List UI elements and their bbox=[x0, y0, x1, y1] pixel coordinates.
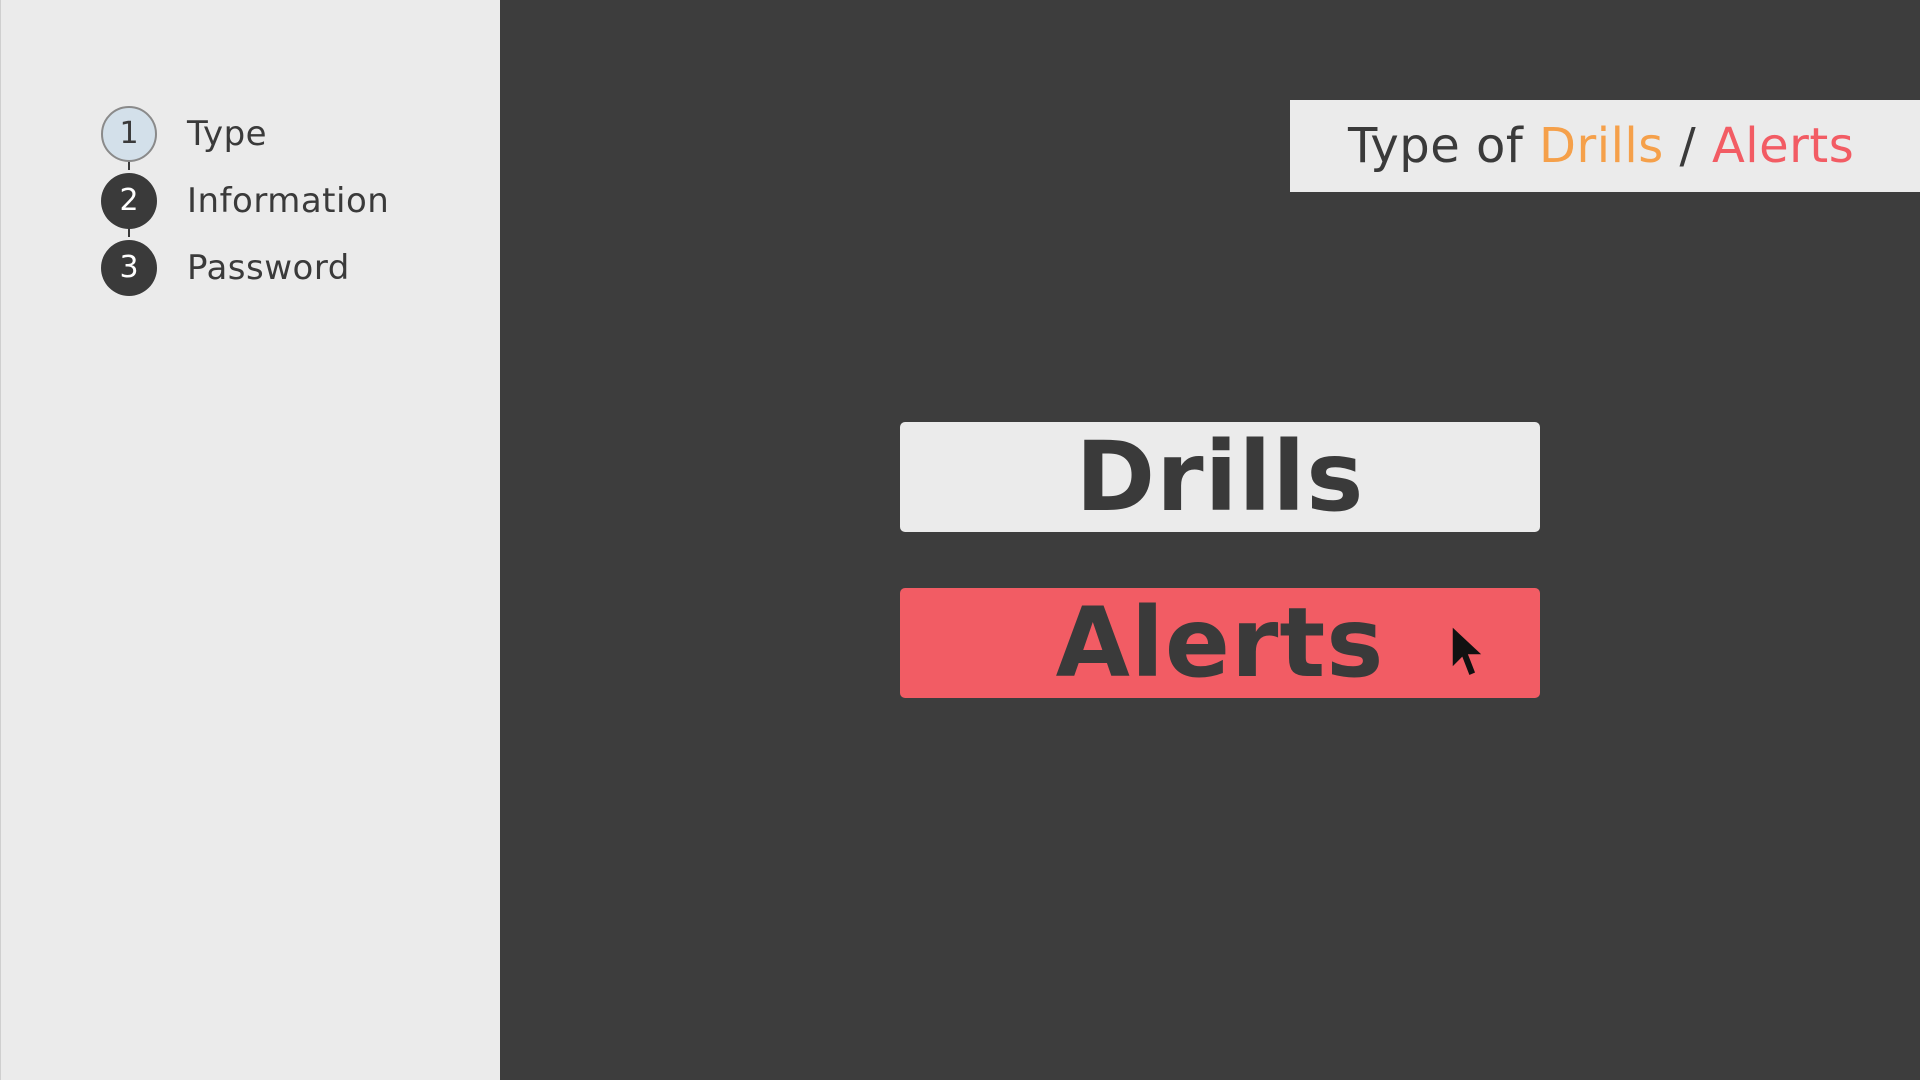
step-number-badge: 3 bbox=[101, 239, 157, 296]
step-label: Type bbox=[187, 113, 268, 154]
alerts-button[interactable]: Alerts bbox=[900, 587, 1540, 699]
step-information[interactable]: 2 Information bbox=[101, 167, 481, 234]
title-drills-word: Drills bbox=[1539, 118, 1664, 174]
step-password[interactable]: 3 Password bbox=[101, 234, 481, 301]
screen: 1 Type 2 Information 3 Password Type of … bbox=[0, 0, 1920, 1080]
sidebar-stepper-panel: 1 Type 2 Information 3 Password bbox=[0, 0, 500, 1080]
step-type[interactable]: 1 Type bbox=[101, 100, 481, 167]
step-number-badge: 1 bbox=[101, 105, 157, 162]
step-label: Password bbox=[187, 247, 350, 288]
title-separator: / bbox=[1663, 118, 1712, 174]
title-alerts-word: Alerts bbox=[1711, 118, 1855, 174]
title-prefix: Type of bbox=[1348, 118, 1540, 174]
step-label: Information bbox=[187, 180, 390, 221]
page-title: Type of Drills / Alerts bbox=[1290, 100, 1920, 192]
stepper: 1 Type 2 Information 3 Password bbox=[101, 100, 481, 301]
drills-button[interactable]: Drills bbox=[900, 421, 1540, 533]
step-number-badge: 2 bbox=[101, 172, 157, 229]
